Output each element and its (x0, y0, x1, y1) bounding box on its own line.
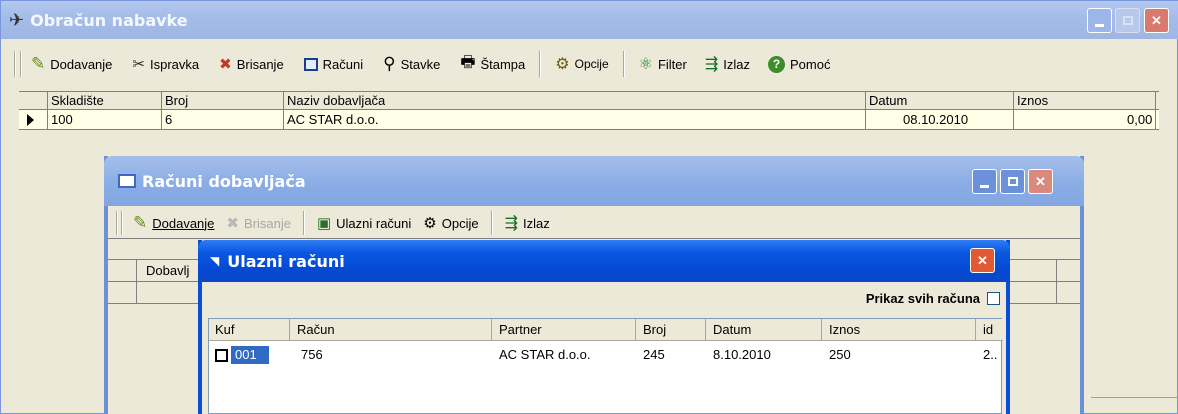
cell-iznos[interactable]: 250 (829, 347, 851, 362)
add-button[interactable]: ✎ Dodavanje (31, 54, 112, 74)
edit-icon: ✂ (132, 56, 145, 73)
supplier-close-button[interactable]: ✕ (1028, 169, 1053, 194)
maximize-button[interactable] (1115, 8, 1140, 33)
col-header-naziv[interactable]: Naziv dobavljača (287, 93, 385, 108)
cell-broj[interactable]: 245 (643, 347, 665, 362)
help-icon: ? (768, 55, 785, 73)
cell-racun[interactable]: 756 (301, 347, 323, 362)
supplier-title: Računi dobavljača (142, 171, 306, 191)
show-all-checkbox[interactable] (987, 292, 1000, 305)
col-header-racun[interactable]: Račun (297, 322, 335, 337)
invoice-icon: ▣ (316, 215, 332, 232)
filter-icon: ⚛ (638, 56, 653, 73)
incoming-grid[interactable]: Kuf Račun Partner Broj Datum Iznos id 00… (208, 318, 1003, 414)
cell-iznos[interactable]: 0,00 (1127, 112, 1152, 127)
main-titlebar[interactable]: ✈ Obračun nabavke (1, 1, 1178, 39)
delete-icon: ✖ (219, 56, 232, 73)
close-button[interactable]: ✕ (1144, 8, 1169, 33)
options-icon: ⚙ (555, 56, 570, 73)
window-icon (118, 174, 136, 188)
col-header-id[interactable]: id (983, 322, 993, 337)
cell-partner[interactable]: AC STAR d.o.o. (499, 347, 591, 362)
col-header-skladiste[interactable]: Skladište (51, 93, 104, 108)
col-header-kuf[interactable]: Kuf (215, 322, 235, 337)
app-icon: ✈ (9, 9, 25, 31)
filter-button[interactable]: ⚛ Filter (639, 54, 687, 74)
col-header-partner[interactable]: Partner (499, 322, 542, 337)
col-header-broj[interactable]: Broj (165, 93, 188, 108)
supplier-minimize-button[interactable] (972, 169, 997, 194)
edit-button[interactable]: ✂ Ispravka (132, 55, 199, 73)
pencil-icon: ✎ (133, 213, 148, 232)
incoming-invoices-button[interactable]: ▣ Ulazni računi (317, 214, 411, 232)
exit-door-icon: ⇶ (504, 215, 519, 232)
cell-skladiste[interactable]: 100 (51, 112, 73, 127)
dialog-icon: ◥ (210, 254, 220, 268)
supplier-delete-button[interactable]: ✖ Brisanje (226, 214, 291, 232)
supplier-toolbar: ✎ Dodavanje ✖ Brisanje ▣ Ulazni računi ⚙ Opc… (108, 208, 1080, 238)
search-icon: ⚲ (383, 54, 396, 73)
incoming-close-button[interactable]: ✕ (970, 248, 995, 273)
printer-icon: 🖶 (460, 53, 476, 71)
show-all-row: Prikaz svih računa (202, 284, 1006, 314)
col-header-iznos[interactable]: Iznos (1017, 93, 1048, 108)
incoming-invoices-dialog: ◥ Ulazni računi ✕ Prikaz svih računa Kuf… (198, 240, 1010, 414)
invoices-button[interactable]: Računi (303, 57, 363, 72)
cell-id[interactable]: 2.. (983, 347, 997, 362)
main-toolbar: ✎ Dodavanje ✂ Ispravka ✖ Brisanje Računi ⚲ S… (1, 46, 1178, 82)
supplier-options-button[interactable]: ⚙ Opcije (423, 214, 478, 232)
supplier-col-header[interactable]: Dobavlj (146, 263, 189, 278)
col-header-broj[interactable]: Broj (643, 322, 666, 337)
main-title: Obračun nabavke (30, 10, 188, 30)
col-header-datum[interactable]: Datum (713, 322, 751, 337)
show-all-label: Prikaz svih računa (865, 291, 980, 306)
exit-door-icon: ⇶ (704, 56, 719, 73)
cell-datum[interactable]: 08.10.2010 (903, 112, 968, 127)
minimize-button[interactable] (1087, 8, 1112, 33)
cell-naziv[interactable]: AC STAR d.o.o. (287, 112, 379, 127)
delete-icon: ✖ (226, 215, 239, 232)
cell-kuf[interactable]: 001 (231, 346, 269, 364)
print-button[interactable]: 🖶 Štampa (460, 51, 525, 78)
window-icon (303, 57, 318, 71)
supplier-titlebar[interactable]: Računi dobavljača (104, 156, 1084, 206)
items-button[interactable]: ⚲ Stavke (383, 54, 440, 74)
supplier-exit-button[interactable]: ⇶ Izlaz (505, 213, 550, 233)
incoming-titlebar[interactable]: ◥ Ulazni računi (198, 240, 1010, 282)
supplier-maximize-button[interactable] (1000, 169, 1025, 194)
options-button[interactable]: ⚙ Opcije (555, 54, 608, 74)
col-header-datum[interactable]: Datum (869, 93, 907, 108)
options-icon: ⚙ (423, 215, 437, 232)
cell-broj[interactable]: 6 (165, 112, 172, 127)
delete-button[interactable]: ✖ Brisanje (219, 55, 284, 73)
incoming-title: Ulazni računi (227, 251, 345, 271)
row-checkbox[interactable] (215, 349, 228, 362)
row-indicator-icon (27, 114, 34, 126)
cell-datum[interactable]: 8.10.2010 (713, 347, 771, 362)
supplier-add-button[interactable]: ✎ Dodavanje (133, 213, 214, 233)
col-header-iznos[interactable]: Iznos (829, 322, 860, 337)
help-button[interactable]: ? Pomoć (768, 55, 830, 73)
exit-button[interactable]: ⇶ Izlaz (705, 54, 750, 74)
pencil-icon: ✎ (31, 54, 46, 73)
